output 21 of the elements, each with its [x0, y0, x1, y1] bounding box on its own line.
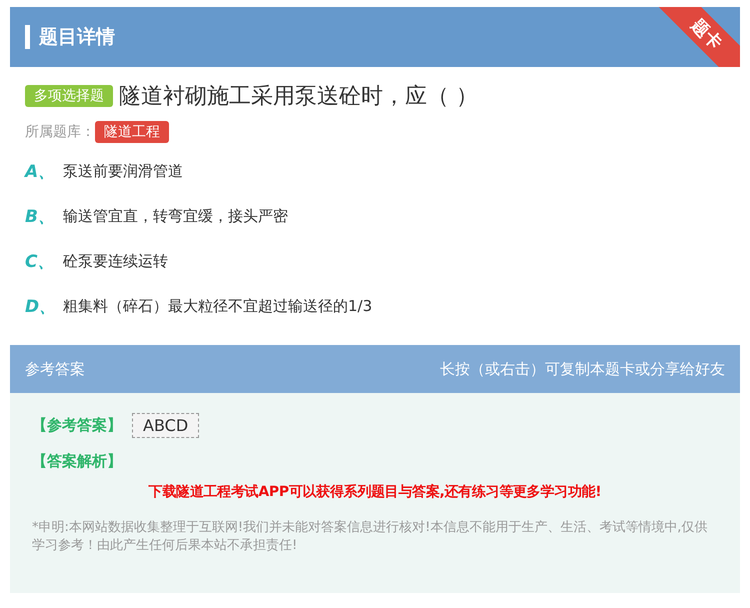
promo-text: 下载隧道工程考试APP可以获得系列题目与答案,还有练习等更多学习功能!	[148, 483, 602, 501]
option-text: 砼泵要连续运转	[63, 252, 168, 271]
answer-section-title: 参考答案	[25, 360, 85, 378]
answer-value: ABCD	[132, 413, 200, 438]
option-text: 粗集料（碎石）最大粒径不宜超过输送径的1/3	[63, 297, 372, 316]
share-hint: 长按（或右击）可复制本题卡或分享给好友	[440, 360, 725, 378]
option-text: 泵送前要润滑管道	[63, 162, 183, 181]
disclaimer-text: *申明:本网站数据收集整理于互联网!我们并未能对答案信息进行核对!本信息不能用于生产、生活、考试等情境中,仅供学习参考！由此产生任何后果本站不承担责任!	[32, 519, 708, 555]
answer-label: 【参考答案】	[32, 416, 122, 435]
option-text: 输送管宜直，转弯宜缓，接头严密	[63, 207, 288, 226]
analysis-label: 【答案解析】	[32, 452, 123, 471]
title-accent	[25, 25, 30, 49]
option-letter: C、	[25, 251, 56, 273]
question-type-tag: 多项选择题	[25, 85, 113, 107]
bank-tag: 隧道工程	[95, 121, 169, 143]
header-title: 题目详情	[39, 25, 115, 50]
option-letter: D、	[25, 296, 58, 318]
option-letter: B、	[25, 206, 56, 228]
option-letter: A、	[25, 161, 56, 183]
question-text: 隧道衬砌施工采用泵送砼时，应（ ）	[119, 83, 478, 111]
bank-label: 所属题库：	[25, 123, 95, 141]
